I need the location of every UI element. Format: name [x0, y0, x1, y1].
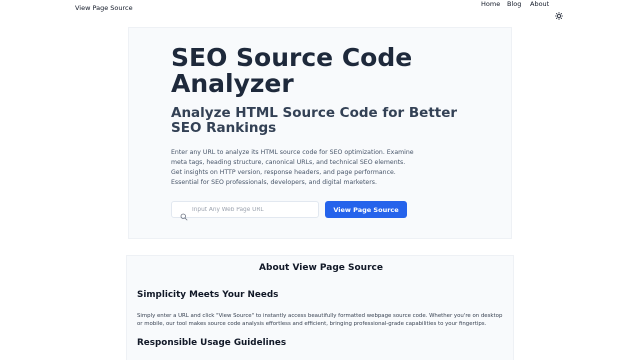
about-title: About View Page Source — [259, 263, 383, 273]
page-subtitle: Analyze HTML Source Code for Better SEO … — [171, 105, 458, 136]
top-navbar: View Page Source Home Blog About — [0, 0, 640, 20]
page-title: SEO Source Code Analyzer — [171, 43, 413, 98]
simplicity-text: Simply enter a URL and click "View Sourc… — [137, 313, 503, 327]
view-page-source-button[interactable]: View Page Source — [325, 201, 407, 218]
url-input[interactable] — [192, 204, 316, 216]
sun-icon — [555, 12, 563, 20]
nav-link-about[interactable]: About — [530, 0, 549, 8]
url-search-box[interactable] — [171, 201, 319, 221]
heading-responsible-usage: Responsible Usage Guidelines — [137, 338, 287, 348]
hero-card: SEO Source Code Analyzer Analyze HTML So… — [128, 27, 512, 239]
hero-description: Enter any URL to analyze its HTML source… — [171, 149, 414, 186]
nav-link-home[interactable]: Home — [481, 0, 500, 8]
nav-link-blog[interactable]: Blog — [507, 0, 521, 8]
heading-simplicity: Simplicity Meets Your Needs — [137, 290, 279, 300]
about-section: About View Page Source Simplicity Meets … — [126, 255, 514, 360]
theme-toggle-button[interactable] — [555, 5, 563, 20]
brand-link[interactable]: View Page Source — [75, 4, 133, 12]
search-icon — [180, 206, 188, 221]
